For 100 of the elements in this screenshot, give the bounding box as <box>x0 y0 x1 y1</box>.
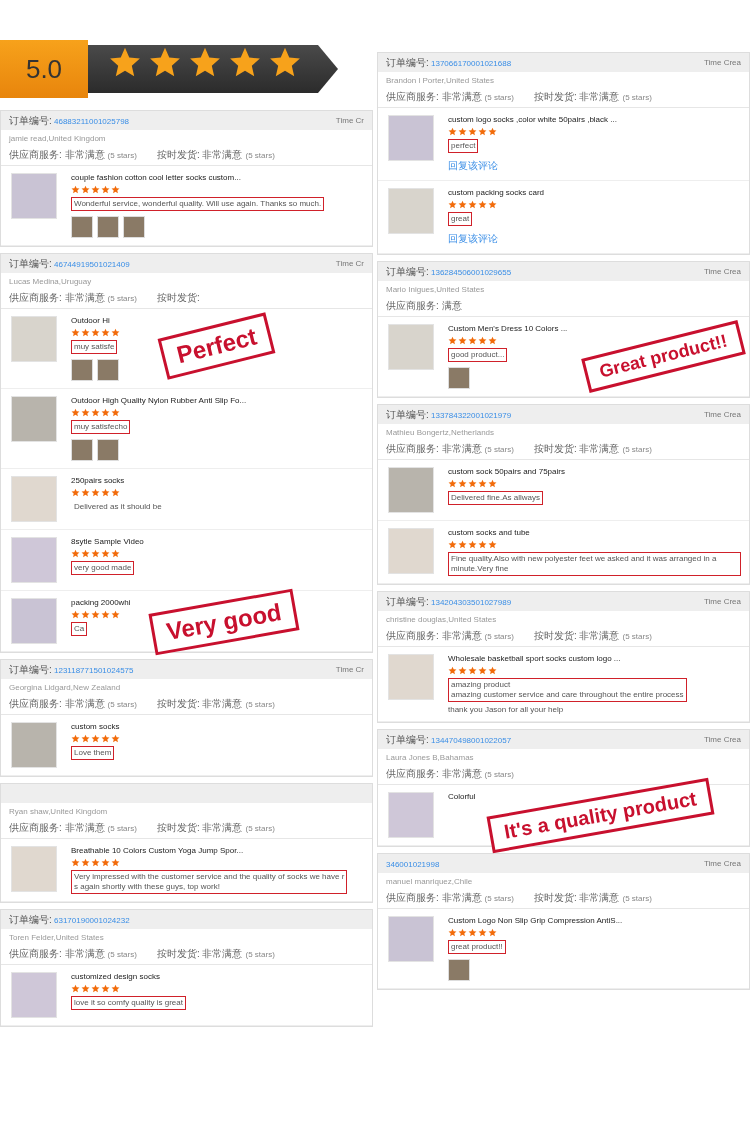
buyer-name: jamie read,United Kingdom <box>8 133 107 143</box>
star-icon <box>488 200 497 209</box>
review-photo <box>97 439 119 461</box>
order-number[interactable]: 123118771501024575 <box>51 665 134 675</box>
star-icon <box>488 928 497 937</box>
order-label: 订单编号: <box>386 408 429 420</box>
order-number[interactable]: 137066170001021688 <box>428 58 512 68</box>
rating-note: (5 stars) <box>245 151 275 160</box>
star-icon <box>91 408 100 417</box>
time-label: Time Crea <box>703 410 741 419</box>
rating-label: 按时发货: 非常满意 <box>533 91 620 102</box>
star-icon <box>111 408 120 417</box>
order-number[interactable]: 63170190001024232 <box>51 915 130 925</box>
rating-note: (5 stars) <box>245 700 275 709</box>
star-icon <box>458 200 467 209</box>
time-label: Time Cr <box>335 259 364 268</box>
product-title: custom packing socks card <box>448 188 546 197</box>
rating-note: (5 stars) <box>484 632 514 641</box>
rating-note: (5 stars) <box>245 824 275 833</box>
product-photo <box>11 972 57 1018</box>
product-title: Outdoor Hi <box>71 316 111 325</box>
rating-label: 供应商服务: 非常满意 <box>386 630 482 641</box>
reply-link[interactable]: 回复该评论 <box>448 159 741 173</box>
star-icon <box>71 734 80 743</box>
rating-note: (5 stars) <box>484 894 514 903</box>
review-photo <box>97 216 119 238</box>
star-icon <box>91 734 100 743</box>
buyer-name: Mathieu Bongertz,Netherlands <box>385 427 496 437</box>
order-number[interactable]: 136284506001029655 <box>428 267 512 277</box>
product-photo <box>388 528 434 574</box>
star-icon <box>71 408 80 417</box>
order-label: 订单编号: <box>9 257 52 269</box>
rating-note: (5 stars) <box>622 632 652 641</box>
order-number[interactable]: 346001021998 <box>386 860 440 869</box>
star-icon <box>111 610 120 619</box>
product-photo <box>11 476 57 522</box>
star-icon <box>448 928 457 937</box>
star-icon <box>478 336 487 345</box>
product-photo <box>388 115 434 161</box>
product-title: packing 2000whi <box>71 598 132 607</box>
rating-note: (5 stars) <box>107 950 137 959</box>
star-icon <box>488 666 497 675</box>
rating-note: (5 stars) <box>622 93 652 102</box>
star-icon <box>468 127 477 136</box>
star-icon <box>111 734 120 743</box>
order-label: 订单编号: <box>9 663 52 675</box>
order-number[interactable]: 134470498001022057 <box>428 735 512 745</box>
buyer-name: Lucas Medina,Uruguay <box>8 276 93 286</box>
product-title: Wholesale basketball sport socks custom logo ... <box>448 654 622 663</box>
buyer-name: christine douglas,United States <box>385 614 498 624</box>
star-icon <box>448 127 457 136</box>
review-comment: Wonderful service, wonderful quality. Will use again. Thanks so much. <box>71 197 325 211</box>
order-number[interactable]: 46744919501021409 <box>51 259 130 269</box>
product-photo <box>388 916 434 962</box>
rating-label: 供应商服务: 满意 <box>386 300 462 311</box>
product-title: custom socks <box>71 722 121 731</box>
review-comment: Delivered as it should be <box>73 501 163 513</box>
order-number[interactable]: 134204303501027989 <box>428 597 512 607</box>
star-icon <box>81 734 90 743</box>
star-icon <box>488 479 497 488</box>
star-icon <box>468 479 477 488</box>
product-photo <box>388 188 434 234</box>
rating-label: 按时发货: 非常满意 <box>156 149 243 160</box>
rating-label: 供应商服务: 非常满意 <box>386 91 482 102</box>
star-icon <box>111 549 120 558</box>
order-label: 订单编号: <box>386 595 429 607</box>
order-number[interactable]: 46883211001025798 <box>51 116 130 126</box>
star-icon <box>468 540 477 549</box>
star-icon <box>81 610 90 619</box>
star-icon <box>81 488 90 497</box>
star-icon <box>458 336 467 345</box>
product-photo <box>388 792 434 838</box>
rating-note: (5 stars) <box>484 93 514 102</box>
rating-note: (5 stars) <box>107 151 137 160</box>
rating-label: 供应商服务: 非常满意 <box>386 892 482 903</box>
review-comment: amazing product amazing customer service and care throughout the entire process <box>448 678 687 702</box>
star-icon <box>458 479 467 488</box>
product-title: custom logo socks ,color white 50pairs ,black ... <box>448 115 618 124</box>
product-title: Breathable 10 Colors Custom Yoga Jump Spor... <box>71 846 245 855</box>
rating-label: 按时发货: 非常满意 <box>156 948 243 959</box>
review-comment: very good made <box>71 561 135 575</box>
order-number[interactable]: 133784322001021979 <box>428 410 512 420</box>
star-icon <box>468 928 477 937</box>
star-icon <box>478 200 487 209</box>
star-icon <box>101 984 110 993</box>
rating-note: (5 stars) <box>107 294 137 303</box>
time-label: Time Crea <box>703 597 741 606</box>
rating-label: 供应商服务: 非常满意 <box>9 822 105 833</box>
review-photo <box>448 959 470 981</box>
star-icon <box>458 928 467 937</box>
product-title: Outdoor High Quality Nylon Rubber Anti Slip Fo... <box>71 396 248 405</box>
rating-label: 供应商服务: 非常满意 <box>386 443 482 454</box>
star-icon <box>91 549 100 558</box>
review-comment: muy satisfecho <box>71 420 131 434</box>
star-icon <box>101 408 110 417</box>
review-comment: great product!! <box>448 940 506 954</box>
reply-link[interactable]: 回复该评论 <box>448 232 741 246</box>
star-icon <box>101 549 110 558</box>
star-icon <box>468 200 477 209</box>
star-icon <box>81 984 90 993</box>
